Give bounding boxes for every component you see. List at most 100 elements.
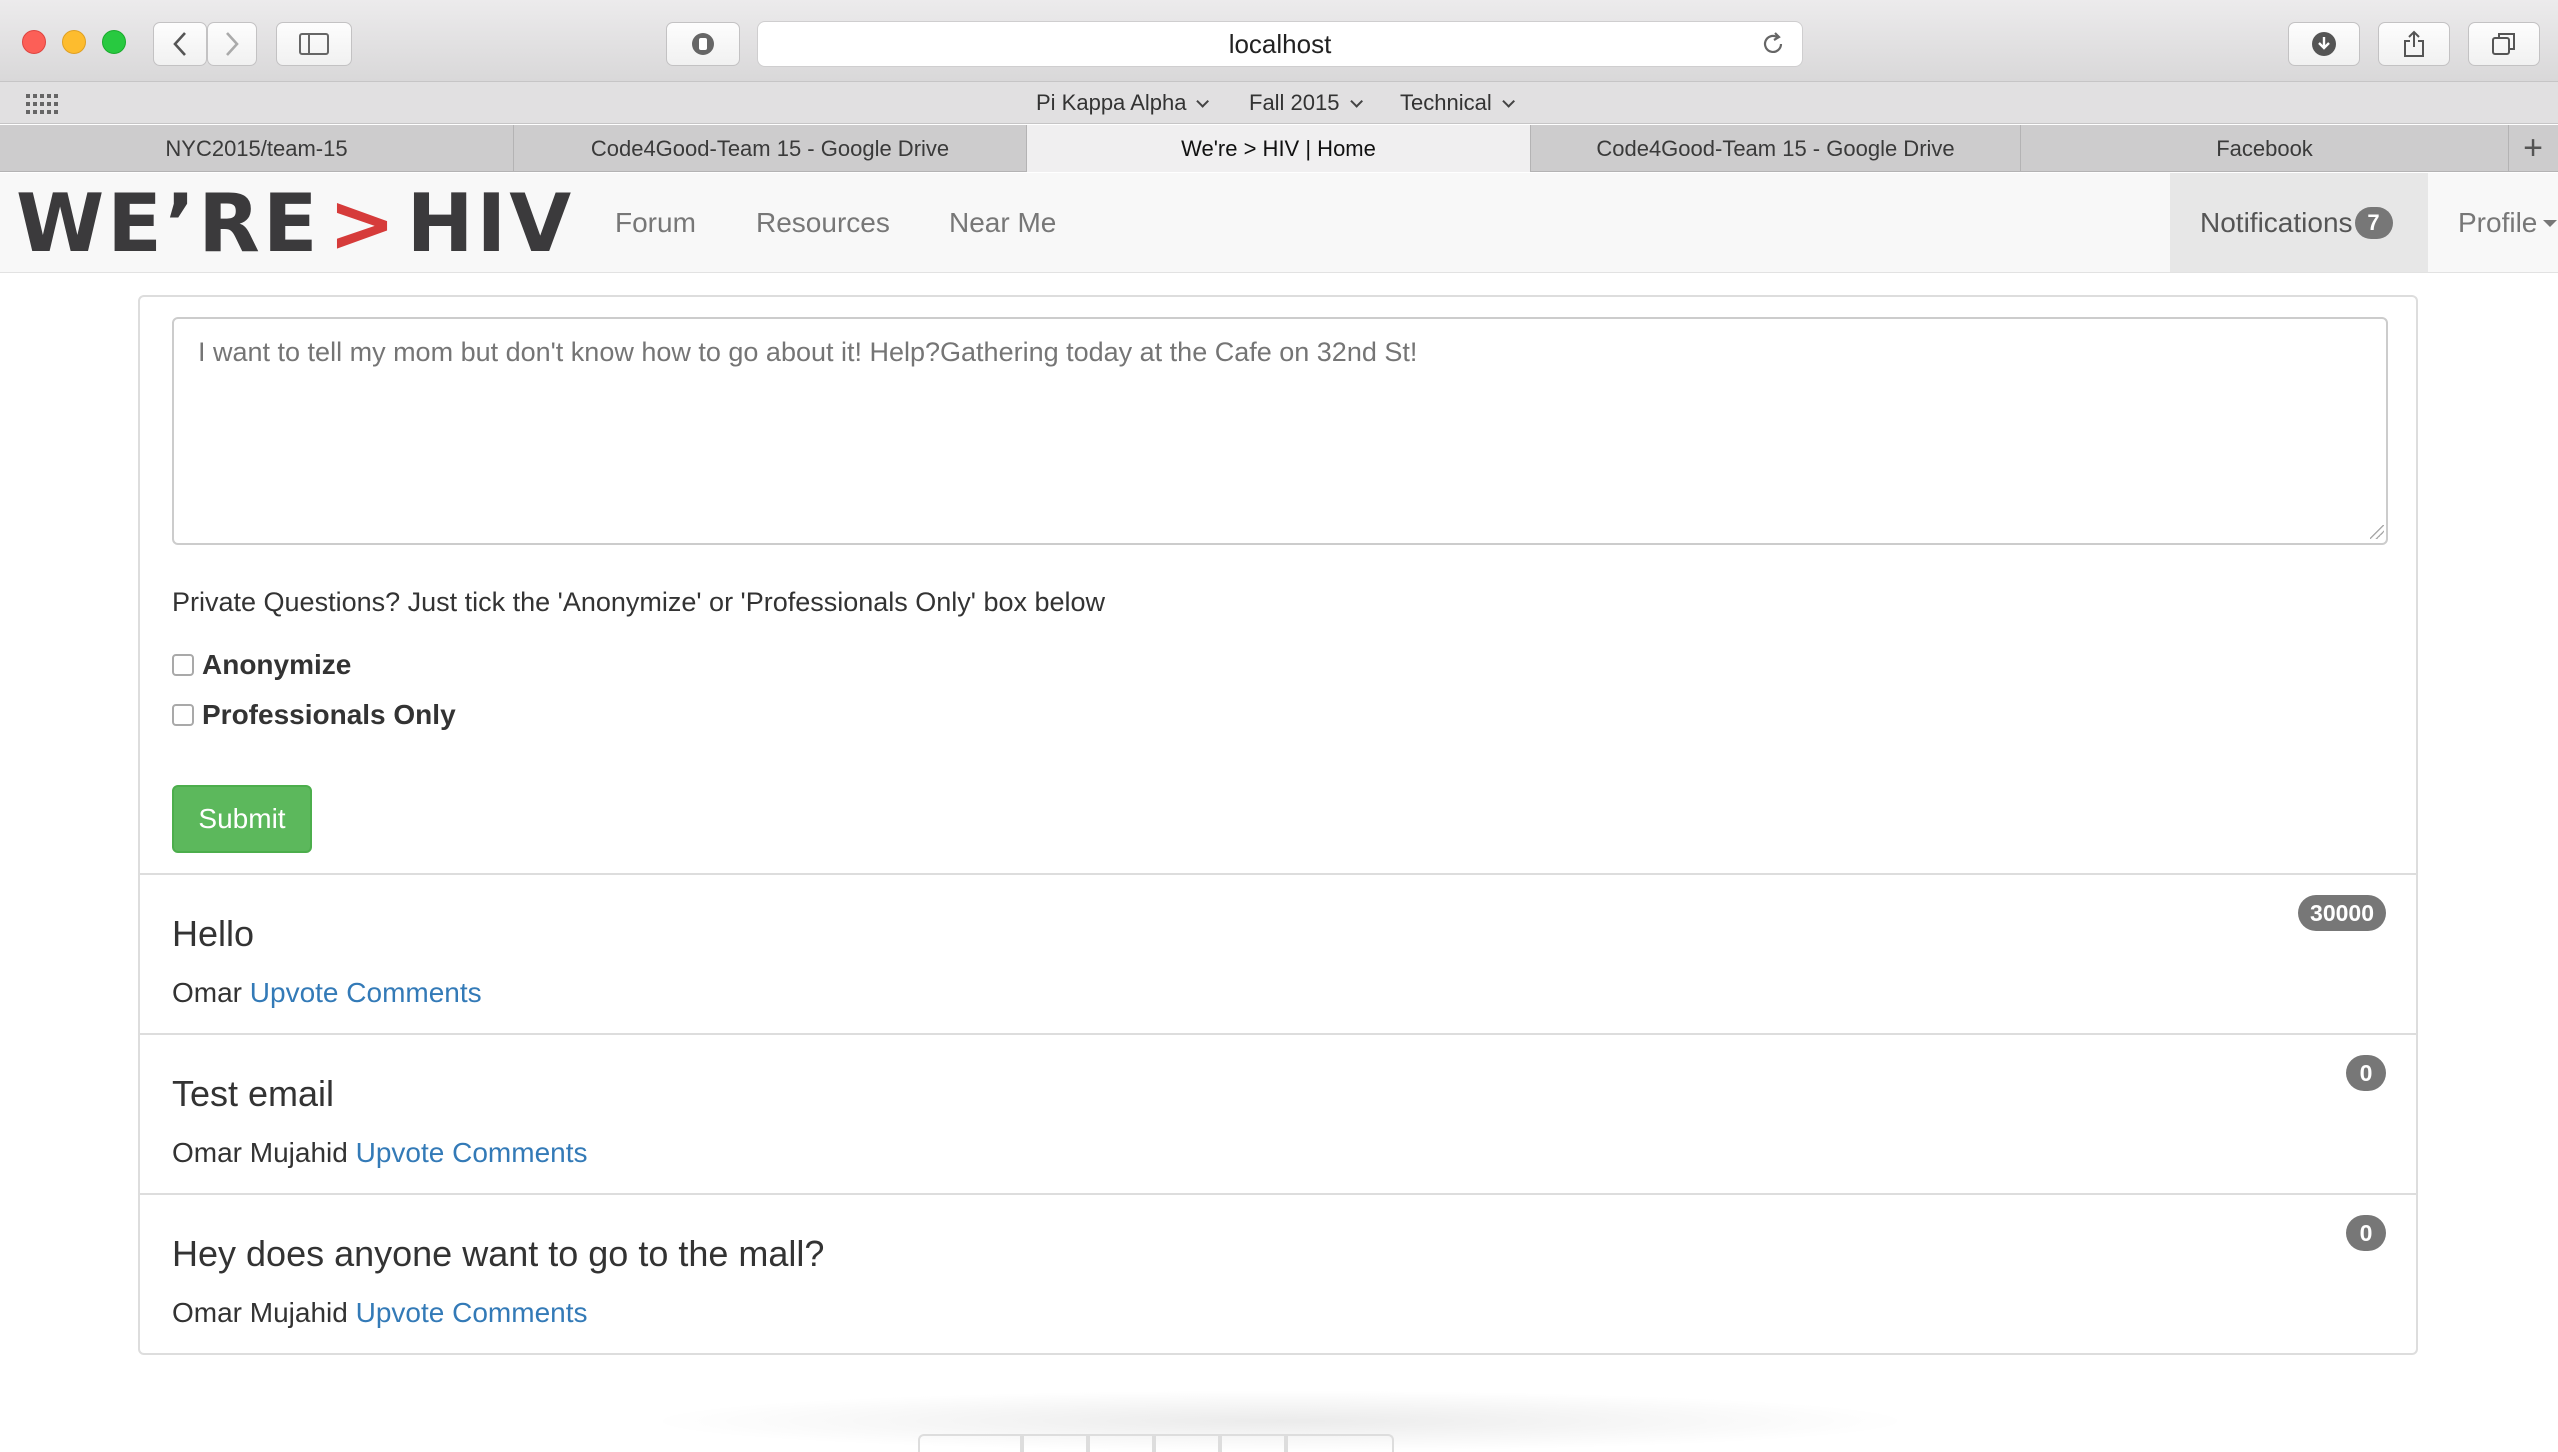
upvote-link[interactable]: Upvote: [356, 1137, 445, 1168]
browser-tab[interactable]: Code4Good-Team 15 - Google Drive: [514, 125, 1027, 172]
bookmark-folder[interactable]: Pi Kappa Alpha: [1036, 90, 1210, 116]
chevron-left-icon: [173, 32, 186, 56]
post-author: Omar Mujahid: [172, 1297, 348, 1328]
bookmark-folder[interactable]: Fall 2015: [1249, 90, 1363, 116]
tab-label: Facebook: [2216, 135, 2313, 161]
tab-bar: NYC2015/team-15 Code4Good-Team 15 - Goog…: [0, 125, 2558, 172]
professionals-only-checkbox[interactable]: [172, 704, 194, 726]
submit-button[interactable]: Submit: [172, 785, 312, 853]
post-item: 0 Test email Omar Mujahid Upvote Comment…: [140, 1033, 2416, 1193]
post-meta: Omar Mujahid Upvote Comments: [172, 1297, 588, 1329]
notifications-label: Notifications: [2200, 206, 2353, 238]
professionals-only-label: Professionals Only: [202, 699, 456, 730]
privacy-extension-button[interactable]: [666, 22, 740, 66]
pagination-item[interactable]: [1022, 1434, 1088, 1452]
logo-text-left: WE’RE: [16, 176, 321, 270]
comments-link[interactable]: Comments: [346, 977, 481, 1008]
bookmark-folder[interactable]: Technical: [1400, 90, 1515, 116]
logo-separator: >: [328, 176, 399, 270]
browser-tab[interactable]: Facebook: [2021, 125, 2509, 172]
professionals-only-option[interactable]: Professionals Only: [172, 699, 456, 731]
upvote-link[interactable]: Upvote: [250, 977, 339, 1008]
site-navbar: WE’RE > HIV Forum Resources Near Me Notifi…: [0, 173, 2558, 273]
notifications-badge: 7: [2354, 206, 2393, 239]
pagination: [918, 1434, 1394, 1452]
pagination-item[interactable]: [1286, 1434, 1394, 1452]
tab-label: We're > HIV | Home: [1181, 135, 1376, 161]
post-author: Omar: [172, 977, 242, 1008]
post-title[interactable]: Hello: [172, 913, 254, 955]
browser-toolbar: localhost: [0, 0, 2558, 82]
chevron-right-icon: [226, 32, 239, 56]
chevron-down-icon: [1196, 94, 1210, 108]
share-icon: [2404, 30, 2424, 57]
zoom-window-button[interactable]: [102, 30, 126, 54]
post-item: 30000 Hello Omar Upvote Comments: [140, 873, 2416, 1033]
post-title[interactable]: Hey does anyone want to go to the mall?: [172, 1233, 824, 1275]
vote-count-badge: 0: [2346, 1055, 2386, 1091]
tabs-icon: [2492, 33, 2515, 55]
bookmarks-bar: Pi Kappa Alpha Fall 2015 Technical: [0, 82, 2558, 124]
shield-icon: [692, 33, 714, 55]
anonymize-checkbox[interactable]: [172, 654, 194, 676]
post-meta: Omar Upvote Comments: [172, 977, 482, 1009]
profile-dropdown[interactable]: Profile: [2458, 207, 2558, 239]
downloads-button[interactable]: [2288, 22, 2360, 66]
pagination-item[interactable]: [1088, 1434, 1154, 1452]
tabs-overview-button[interactable]: [2468, 22, 2540, 66]
forum-panel: Private Questions? Just tick the 'Anonym…: [138, 295, 2418, 1355]
vote-count-badge: 0: [2346, 1215, 2386, 1251]
browser-tab[interactable]: Code4Good-Team 15 - Google Drive: [1531, 125, 2021, 172]
pagination-item[interactable]: [1154, 1434, 1220, 1452]
forward-button[interactable]: [207, 22, 257, 66]
address-text: localhost: [1228, 28, 1332, 59]
reload-button[interactable]: [1758, 29, 1788, 59]
browser-tab-active[interactable]: We're > HIV | Home: [1027, 125, 1531, 172]
minimize-window-button[interactable]: [62, 30, 86, 54]
caret-down-icon: [2543, 219, 2558, 227]
back-button[interactable]: [153, 22, 207, 66]
post-textarea[interactable]: [172, 317, 2388, 545]
chevron-down-icon: [1349, 94, 1363, 108]
post-title[interactable]: Test email: [172, 1073, 334, 1115]
post-item: 0 Hey does anyone want to go to the mall…: [140, 1193, 2416, 1353]
reload-icon: [1763, 32, 1783, 53]
chevron-down-icon: [1501, 94, 1515, 108]
pagination-item[interactable]: [918, 1434, 1022, 1452]
logo-text-right: HIV: [406, 176, 575, 270]
privacy-help-text: Private Questions? Just tick the 'Anonym…: [172, 587, 1106, 617]
sidebar-icon: [299, 33, 329, 55]
anonymize-option[interactable]: Anonymize: [172, 649, 351, 681]
profile-label: Profile: [2458, 207, 2538, 238]
post-author: Omar Mujahid: [172, 1137, 348, 1168]
upvote-link[interactable]: Upvote: [356, 1297, 445, 1328]
tab-label: NYC2015/team-15: [165, 135, 348, 161]
vote-count-badge: 30000: [2298, 895, 2386, 931]
comments-link[interactable]: Comments: [452, 1297, 587, 1328]
nav-resources[interactable]: Resources: [756, 207, 890, 239]
anonymize-label: Anonymize: [202, 649, 352, 680]
sidebar-button[interactable]: [276, 22, 352, 66]
browser-tab[interactable]: NYC2015/team-15: [0, 125, 514, 172]
nav-near-me[interactable]: Near Me: [949, 207, 1056, 239]
close-window-button[interactable]: [22, 30, 46, 54]
apps-grid-icon[interactable]: [26, 94, 58, 114]
bookmark-label: Pi Kappa Alpha: [1036, 90, 1187, 115]
tab-label: Code4Good-Team 15 - Google Drive: [1596, 135, 1955, 161]
comments-link[interactable]: Comments: [452, 1137, 587, 1168]
new-tab-button[interactable]: +: [2509, 125, 2557, 172]
address-bar[interactable]: localhost: [757, 21, 1803, 67]
plus-icon: +: [2523, 129, 2543, 167]
share-button[interactable]: [2378, 22, 2450, 66]
bookmark-label: Fall 2015: [1249, 90, 1340, 115]
notifications-link[interactable]: Notifications 7: [2170, 173, 2428, 272]
site-logo[interactable]: WE’RE > HIV: [16, 177, 574, 270]
post-meta: Omar Mujahid Upvote Comments: [172, 1137, 588, 1169]
resize-grip-icon[interactable]: [2370, 525, 2384, 539]
download-icon: [2312, 32, 2336, 56]
pagination-item[interactable]: [1220, 1434, 1286, 1452]
nav-forum[interactable]: Forum: [615, 207, 696, 239]
browser-window: localhost Pi Kappa Alpha Fall 2015 Techn…: [0, 0, 2558, 1452]
bookmark-label: Technical: [1400, 90, 1492, 115]
tab-label: Code4Good-Team 15 - Google Drive: [590, 135, 950, 161]
